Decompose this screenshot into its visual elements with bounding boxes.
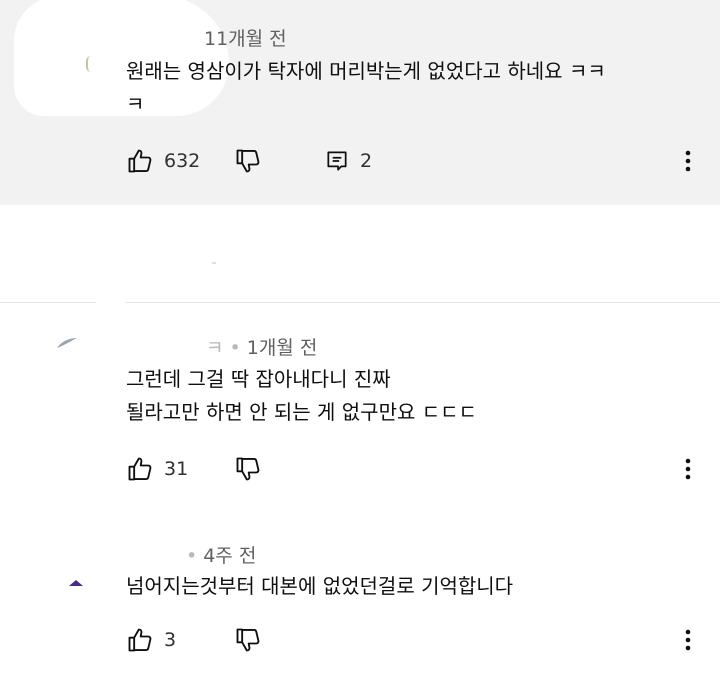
comment-text: 넘어지는것부터 대본에 없었던걸로 기억합니다: [126, 574, 514, 598]
like-count: 31: [164, 458, 189, 480]
author-name-fragment: •: [186, 545, 198, 567]
avatar[interactable]: [56, 334, 78, 348]
thumbs-down-icon: [234, 455, 262, 483]
comment-meta: • 4주 전: [186, 541, 256, 568]
like-button[interactable]: 3: [126, 622, 234, 658]
reply-count: 2: [360, 150, 373, 172]
thumbs-down-icon: [234, 626, 262, 654]
more-actions-button[interactable]: [676, 143, 700, 179]
comment-actions: 3: [126, 622, 324, 658]
dislike-button[interactable]: [234, 622, 324, 658]
comment-time: 11개월 전: [204, 28, 287, 50]
avatar[interactable]: [86, 56, 96, 72]
reply-button[interactable]: 2: [324, 143, 372, 179]
like-button[interactable]: 31: [126, 451, 234, 487]
more-vert-icon: [685, 149, 691, 173]
redacted-author-mark: [96, 294, 126, 308]
comment-meta: ㅋ • 1개월 전: [206, 333, 317, 360]
like-count: 3: [164, 629, 177, 651]
comment-text: 그런데 그걸 딱 잡아내다니 진짜 될라고만 하면 안 되는 게 없구만요 ㄷㄷ…: [126, 367, 477, 424]
faint-mark: [212, 262, 216, 264]
dislike-button[interactable]: [234, 451, 324, 487]
author-name-fragment: ㅋ •: [206, 337, 241, 359]
avatar[interactable]: [68, 572, 84, 586]
comment-highlighted: 11개월 전 원래는 영삼이가 탁자에 머리박는게 없었다고 하네요 ㅋㅋ ㅋ …: [0, 0, 720, 205]
like-button[interactable]: 632: [126, 143, 234, 179]
comment-actions: 632 2: [126, 143, 372, 179]
more-actions-button[interactable]: [676, 451, 700, 487]
more-vert-icon: [685, 457, 691, 481]
like-count: 632: [164, 150, 201, 172]
comment-actions: 31: [126, 451, 324, 487]
comment: ㅋ • 1개월 전 그런데 그걸 딱 잡아내다니 진짜 될라고만 하면 안 되는 …: [0, 320, 720, 500]
thumbs-up-icon: [126, 147, 154, 175]
more-vert-icon: [685, 628, 691, 652]
comment-text: 원래는 영삼이가 탁자에 머리박는게 없었다고 하네요 ㅋㅋ ㅋ: [126, 59, 606, 116]
comment-icon: [324, 148, 350, 174]
comment: • 4주 전 넘어지는것부터 대본에 없었던걸로 기억합니다 3: [0, 530, 720, 693]
more-actions-button[interactable]: [676, 622, 700, 658]
thumbs-up-icon: [126, 455, 154, 483]
comment-time: 1개월 전: [246, 337, 318, 359]
thumbs-down-icon: [234, 147, 262, 175]
dislike-button[interactable]: [234, 143, 324, 179]
comment-time: 4주 전: [203, 545, 257, 567]
thumbs-up-icon: [126, 626, 154, 654]
